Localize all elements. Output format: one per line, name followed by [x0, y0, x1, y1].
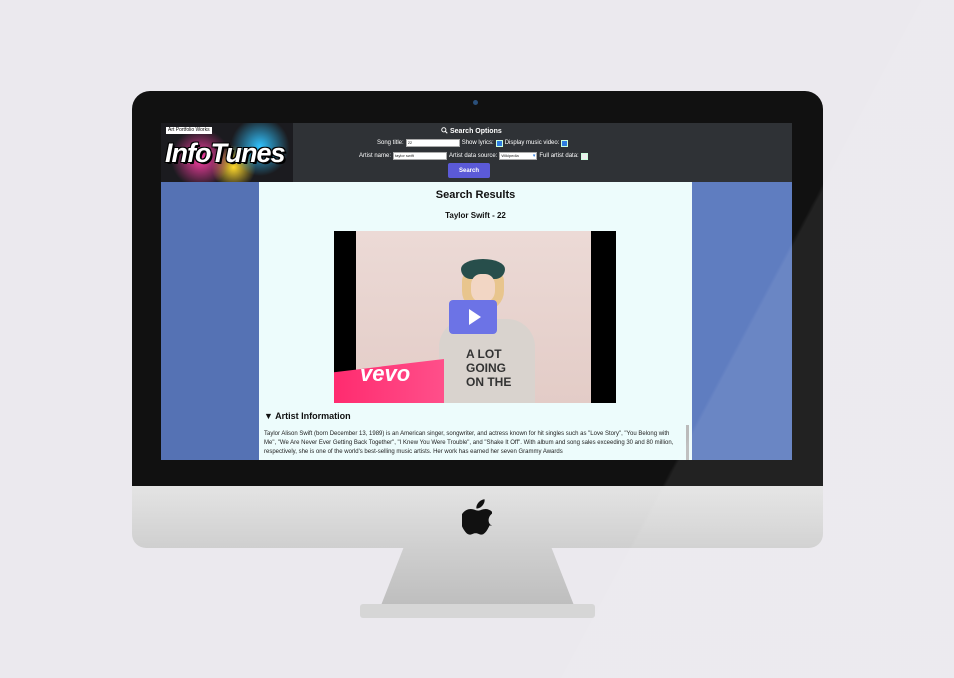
- site-header: Art Portfolio Works InfoTunes Search Opt…: [161, 123, 792, 182]
- browser-screen: Art Portfolio Works InfoTunes Search Opt…: [161, 123, 792, 460]
- search-options-title: Search Options: [441, 127, 502, 136]
- artist-name-input[interactable]: [393, 152, 448, 160]
- show-lyrics-label: Show lyrics:: [461, 140, 494, 146]
- left-sidebar: [161, 182, 259, 460]
- full-artist-label: Full artist data:: [539, 153, 579, 159]
- song-title-input[interactable]: [405, 139, 460, 147]
- shirt-text: A LOT GOING ON THE: [466, 347, 512, 389]
- display-video-label: Display music video:: [504, 140, 560, 146]
- artist-row: Artist name: Artist data source: Wikiped…: [359, 152, 588, 160]
- monitor-stand: [380, 548, 575, 608]
- song-title-label: Song title:: [377, 140, 404, 146]
- monitor-foot: [360, 604, 595, 618]
- play-icon: [468, 309, 481, 325]
- site-logo[interactable]: Art Portfolio Works InfoTunes: [161, 123, 293, 182]
- show-lyrics-checkbox[interactable]: [495, 139, 503, 147]
- scrollbar[interactable]: [686, 425, 689, 460]
- play-button[interactable]: [449, 300, 497, 334]
- music-video-player[interactable]: A LOT GOING ON THE vevo: [334, 231, 616, 403]
- display-video-checkbox[interactable]: [561, 139, 569, 147]
- apple-logo-icon: [462, 499, 492, 535]
- song-heading: Taylor Swift - 22: [445, 211, 506, 220]
- search-icon: [441, 127, 448, 136]
- artist-source-select[interactable]: Wikipedia ▾: [499, 152, 538, 160]
- logo-badge: Art Portfolio Works: [166, 127, 212, 134]
- artist-bio: Taylor Alison Swift (born December 13, 1…: [264, 431, 674, 455]
- artist-source-label: Artist data source:: [449, 153, 498, 159]
- song-title-row: Song title: Show lyrics: Display music v…: [377, 139, 569, 147]
- results-panel: Search Results Taylor Swift - 22 A LOT G…: [259, 182, 692, 460]
- webcam-icon: [473, 100, 478, 105]
- vevo-logo: vevo: [360, 361, 411, 386]
- search-button[interactable]: Search: [448, 163, 490, 178]
- artist-info-toggle[interactable]: ▼ Artist Information: [264, 411, 351, 421]
- right-sidebar: [692, 182, 792, 460]
- logo-text: InfoTunes: [165, 138, 286, 168]
- monitor-chin: [132, 486, 823, 548]
- chevron-down-icon: ▾: [532, 153, 536, 159]
- full-artist-checkbox[interactable]: [580, 152, 588, 160]
- monitor-bezel: Art Portfolio Works InfoTunes Search Opt…: [132, 91, 823, 486]
- artist-name-label: Artist name:: [359, 153, 392, 159]
- results-heading: Search Results: [435, 189, 516, 201]
